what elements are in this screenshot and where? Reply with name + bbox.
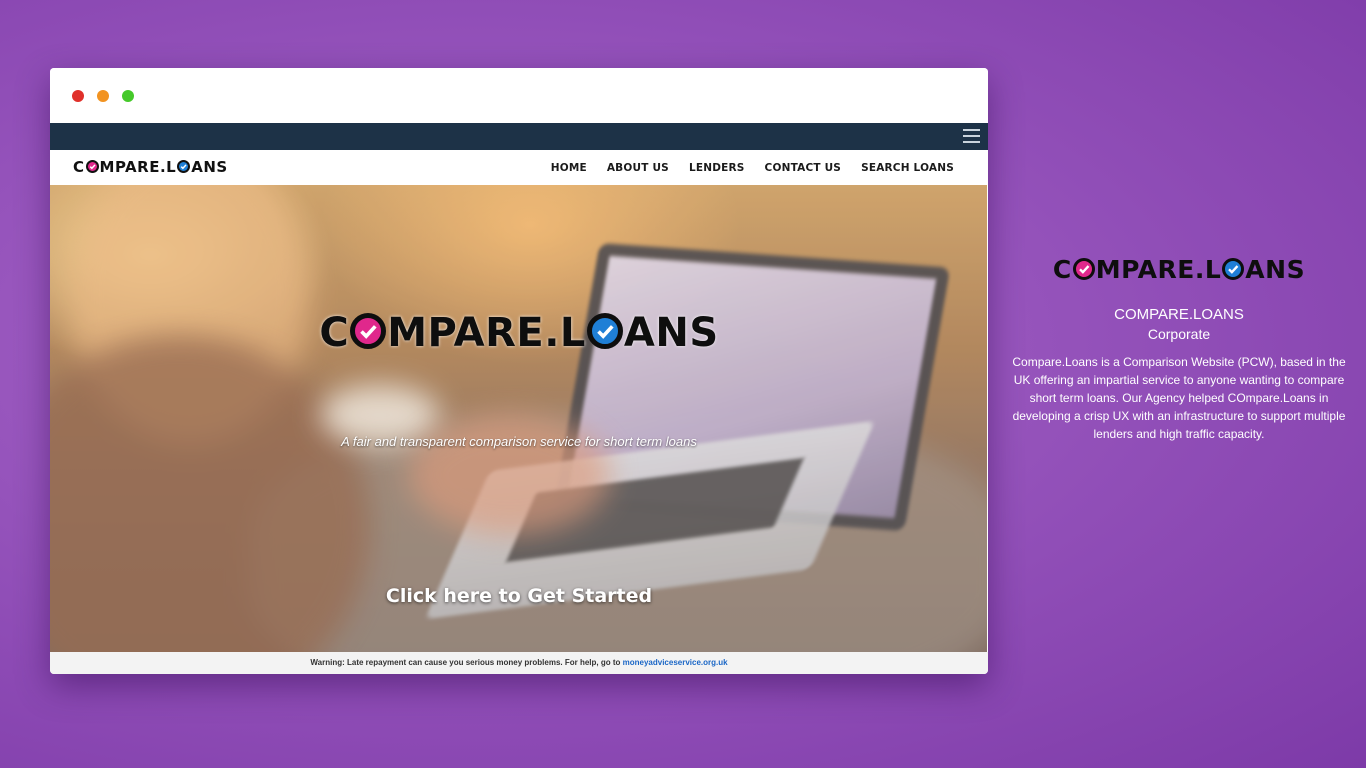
hero-tagline: A fair and transparent comparison servic… bbox=[341, 434, 697, 449]
heart-check-icon bbox=[1072, 258, 1095, 280]
project-description: Compare.Loans is a Comparison Website (P… bbox=[1012, 355, 1346, 441]
project-logo-text-end: ANS bbox=[1245, 255, 1306, 284]
browser-chrome bbox=[50, 68, 988, 123]
warning-banner: Warning: Late repayment can cause you se… bbox=[50, 652, 988, 674]
site-navbar: C MPARE.L ANS HOME ABOUT US LENDERS CONTAC… bbox=[50, 150, 988, 185]
project-logo-text-start: C bbox=[1052, 255, 1072, 284]
project-logo-text-middle: MPARE.L bbox=[1095, 255, 1222, 284]
site-topbar bbox=[50, 123, 988, 150]
nav-search-loans[interactable]: SEARCH LOANS bbox=[861, 162, 954, 174]
logo-text-middle: MPARE.L bbox=[99, 158, 177, 176]
check-circle-icon bbox=[177, 160, 191, 173]
hero-logo-text-middle: MPARE.L bbox=[387, 310, 586, 356]
hero-logo: C MPARE.L ANS bbox=[303, 310, 735, 356]
close-window-button[interactable] bbox=[72, 90, 84, 102]
nav-about-us[interactable]: ABOUT US bbox=[607, 162, 669, 174]
hero-logo-text-start: C bbox=[319, 310, 350, 356]
logo-text-end: ANS bbox=[191, 158, 228, 176]
project-info: C MPARE.L ANS COMPARE.LOANS Corporate Comp… bbox=[1012, 255, 1346, 443]
browser-window: C MPARE.L ANS HOME ABOUT US LENDERS CONTAC… bbox=[50, 68, 988, 674]
hamburger-icon[interactable] bbox=[963, 129, 980, 143]
nav-home[interactable]: HOME bbox=[551, 162, 587, 174]
hero-logo-text-end: ANS bbox=[623, 310, 719, 356]
main-nav: HOME ABOUT US LENDERS CONTACT US SEARCH … bbox=[551, 150, 954, 185]
heart-check-icon bbox=[350, 313, 387, 349]
hero-banner: C MPARE.L ANS A fair and transparent compa… bbox=[50, 185, 987, 652]
site-logo[interactable]: C MPARE.L ANS bbox=[73, 158, 228, 176]
check-circle-icon bbox=[1222, 258, 1245, 280]
heart-check-icon bbox=[85, 160, 99, 173]
project-logo: C MPARE.L ANS bbox=[1012, 255, 1346, 285]
nav-lenders[interactable]: LENDERS bbox=[689, 162, 745, 174]
logo-text-start: C bbox=[73, 158, 85, 176]
maximize-window-button[interactable] bbox=[122, 90, 134, 102]
money-advice-link[interactable]: moneyadviceservice.org.uk bbox=[623, 658, 728, 667]
get-started-link[interactable]: Click here to Get Started bbox=[370, 585, 668, 607]
warning-text: Warning: Late repayment can cause you se… bbox=[310, 658, 623, 667]
check-circle-icon bbox=[586, 313, 623, 349]
minimize-window-button[interactable] bbox=[97, 90, 109, 102]
project-name: COMPARE.LOANS bbox=[1114, 306, 1244, 323]
project-category: Corporate bbox=[1147, 326, 1211, 342]
nav-contact-us[interactable]: CONTACT US bbox=[765, 162, 842, 174]
